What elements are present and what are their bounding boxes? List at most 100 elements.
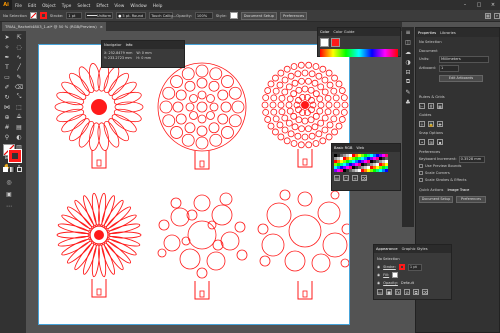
appearance-fill-row[interactable]: ◉ Fill: bbox=[377, 271, 448, 279]
appearance-stroke-row[interactable]: ◉ Stroke: 1 pt bbox=[377, 263, 448, 271]
shaper-tool-icon[interactable]: ✐ bbox=[1, 82, 13, 92]
guides-show-icon[interactable]: ┼ bbox=[419, 121, 425, 127]
paintbrush-icon[interactable]: ✎ bbox=[13, 72, 25, 82]
screen-mode-icon[interactable]: ▣ bbox=[3, 189, 15, 199]
style-select[interactable]: Touch Callig... bbox=[149, 12, 176, 19]
add-stroke-icon[interactable]: ▭ bbox=[377, 289, 383, 295]
brushes-strip-icon[interactable]: ✎ bbox=[402, 87, 414, 97]
lasso-icon[interactable]: ◌ bbox=[13, 42, 25, 52]
stroke-color-icon[interactable] bbox=[8, 149, 22, 163]
guides-lock-icon[interactable]: 🔒 bbox=[428, 121, 434, 127]
tab-info[interactable]: Info bbox=[126, 43, 133, 47]
menu-select[interactable]: Select bbox=[74, 3, 93, 8]
scale-strokes-checkbox[interactable]: Scale Strokes & Effects bbox=[419, 177, 496, 184]
color-mode-icon[interactable] bbox=[3, 167, 8, 172]
tab-image-trace[interactable]: Image Trace bbox=[447, 187, 469, 194]
fx-icon[interactable]: fx bbox=[395, 289, 401, 295]
type-tool-icon[interactable]: T bbox=[1, 62, 13, 72]
shape-builder-icon[interactable]: ⊕ bbox=[1, 112, 13, 122]
color-spectrum[interactable] bbox=[320, 49, 398, 57]
properties-document-setup-button[interactable]: Document Setup bbox=[419, 196, 453, 203]
appearance-fill-swatch[interactable] bbox=[392, 272, 399, 278]
edit-artboards-button[interactable]: Edit Artboards bbox=[439, 75, 483, 82]
pen-tool-icon[interactable]: ✒ bbox=[1, 52, 13, 62]
snap-grid-icon[interactable]: ⊞ bbox=[428, 139, 434, 145]
use-preview-bounds-checkbox[interactable]: Use Preview Bounds bbox=[419, 163, 496, 170]
perspective-grid-icon[interactable]: ⟁ bbox=[13, 112, 25, 122]
pathfinder-strip-icon[interactable]: ⧉ bbox=[402, 77, 414, 87]
swatch-new-icon[interactable]: + bbox=[352, 175, 358, 181]
menu-edit[interactable]: Edit bbox=[25, 3, 39, 8]
smart-guides-icon[interactable]: ✚ bbox=[437, 121, 443, 127]
scale-corners-checkbox[interactable]: Scale Corners bbox=[419, 170, 496, 177]
tab-properties[interactable]: Properties bbox=[418, 31, 436, 35]
menu-type[interactable]: Type bbox=[59, 3, 75, 8]
align-strip-icon[interactable]: ⊟ bbox=[402, 67, 414, 77]
variable-width-select[interactable]: Uniform bbox=[85, 12, 114, 19]
color-fill-preview[interactable] bbox=[320, 38, 329, 47]
arrange-icon[interactable]: ▦ bbox=[485, 12, 491, 19]
tab-color[interactable]: Color bbox=[320, 30, 329, 34]
document-setup-button[interactable]: Document Setup bbox=[240, 11, 277, 20]
duplicate-item-icon[interactable]: ⧉ bbox=[413, 289, 419, 295]
add-fill-icon[interactable]: ■ bbox=[386, 289, 392, 295]
properties-preferences-button[interactable]: Preferences bbox=[456, 196, 486, 203]
transparency-strip-icon[interactable]: ◑ bbox=[402, 57, 414, 67]
scale-tool-icon[interactable]: ⤡ bbox=[13, 92, 25, 102]
snap-pixel-icon[interactable]: ▪ bbox=[437, 139, 443, 145]
fill-visibility-eye-icon[interactable]: ◉ bbox=[377, 271, 380, 279]
menu-effect[interactable]: Effect bbox=[93, 3, 111, 8]
eraser-icon[interactable]: ⌫ bbox=[13, 82, 25, 92]
rotate-tool-icon[interactable]: ↻ bbox=[1, 92, 13, 102]
tab-basic-rgb[interactable]: Basic RGB bbox=[334, 146, 352, 150]
tab-appearance[interactable]: Appearance bbox=[376, 247, 398, 251]
menu-window[interactable]: Window bbox=[127, 3, 150, 8]
tab-graphic-styles[interactable]: Graphic Styles bbox=[402, 247, 428, 251]
menu-object[interactable]: Object bbox=[39, 3, 59, 8]
clear-appearance-icon[interactable]: ⊘ bbox=[404, 289, 410, 295]
tab-color-guide[interactable]: Color Guide bbox=[333, 30, 354, 34]
visibility-eye-icon[interactable]: ◉ bbox=[377, 263, 380, 271]
tab-web[interactable]: Web bbox=[356, 146, 364, 150]
swatch-delete-icon[interactable]: ⌫ bbox=[361, 175, 367, 181]
fill-swatch[interactable] bbox=[29, 12, 37, 19]
appearance-stroke-weight[interactable]: 1 pt bbox=[407, 263, 422, 271]
more-tools-icon[interactable]: ⋯ bbox=[3, 201, 15, 211]
stroke-swatch[interactable] bbox=[39, 12, 47, 19]
grid-icon[interactable]: # bbox=[428, 103, 434, 109]
artboard-select[interactable]: 1 bbox=[439, 65, 459, 72]
gradient-mode-icon[interactable] bbox=[10, 167, 15, 172]
stroke-weight-field[interactable]: 1 pt bbox=[66, 12, 83, 19]
document-tab[interactable]: TRIAL_Rachelt4803_1.ai* @ 50 % (RGB/Prev… bbox=[2, 22, 106, 31]
symbols-strip-icon[interactable]: ♣ bbox=[402, 97, 414, 107]
brush-select[interactable]: ● 5 pt. Round bbox=[116, 12, 147, 19]
tab-libraries[interactable]: Libraries bbox=[440, 31, 456, 35]
blend-tool-icon[interactable]: ◐ bbox=[13, 132, 25, 142]
opacity-field[interactable]: 100% bbox=[194, 12, 213, 19]
delete-item-icon[interactable]: ⌫ bbox=[422, 289, 428, 295]
snap-point-icon[interactable]: • bbox=[419, 139, 425, 145]
properties-strip-icon[interactable]: ≡ bbox=[402, 27, 414, 37]
transparency-grid-icon[interactable]: ▦ bbox=[437, 103, 443, 109]
swatch-folder-icon[interactable]: ▢ bbox=[343, 175, 349, 181]
width-tool-icon[interactable]: ⋈ bbox=[1, 102, 13, 112]
layers-strip-icon[interactable]: ◫ bbox=[402, 37, 414, 47]
swatch[interactable] bbox=[385, 169, 388, 172]
draw-mode-icon[interactable]: ◎ bbox=[3, 177, 15, 187]
line-tool-icon[interactable]: ╱ bbox=[13, 62, 25, 72]
libraries-strip-icon[interactable]: ☁ bbox=[402, 47, 414, 57]
swatch-library-icon[interactable]: ▤ bbox=[334, 175, 340, 181]
rectangle-tool-icon[interactable]: ▭ bbox=[1, 72, 13, 82]
curvature-tool-icon[interactable]: ∿ bbox=[13, 52, 25, 62]
magic-wand-icon[interactable]: ✧ bbox=[1, 42, 13, 52]
graphic-style-swatch[interactable] bbox=[229, 12, 238, 19]
close-icon[interactable]: × bbox=[486, 0, 500, 10]
appearance-stroke-swatch[interactable] bbox=[398, 264, 405, 270]
keyboard-increment-field[interactable]: 0.3528 mm bbox=[458, 156, 485, 163]
opacity-eye-icon[interactable]: ◉ bbox=[377, 279, 380, 287]
free-transform-icon[interactable]: ⬚ bbox=[13, 102, 25, 112]
selection-tool-icon[interactable]: ➤ bbox=[1, 32, 13, 42]
preferences-button[interactable]: Preferences bbox=[279, 11, 308, 20]
menu-file[interactable]: File bbox=[12, 3, 25, 8]
tab-close-icon[interactable]: × bbox=[100, 24, 103, 29]
